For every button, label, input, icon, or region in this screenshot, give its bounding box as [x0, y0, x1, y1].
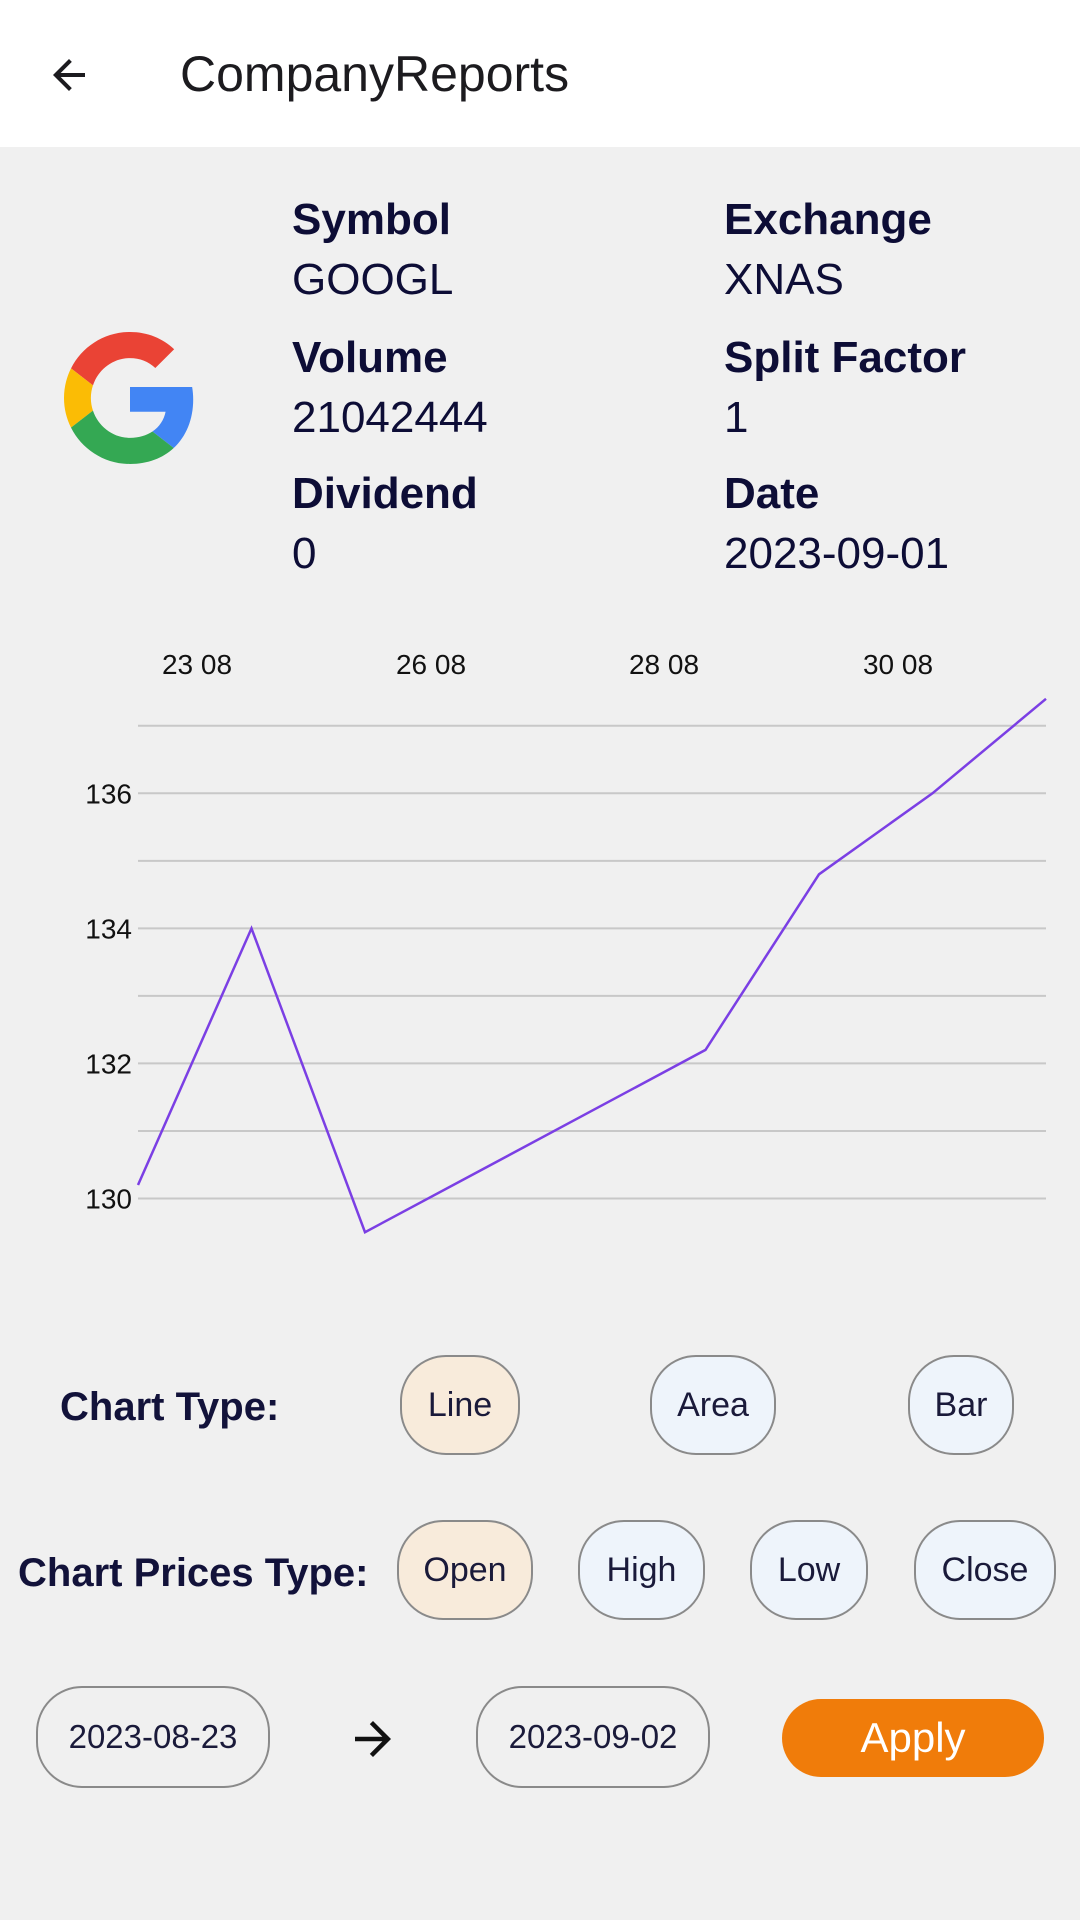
price-type-high-chip[interactable]: High [578, 1520, 705, 1620]
google-logo [64, 332, 194, 464]
back-button[interactable] [36, 42, 102, 108]
x-tick-label: 28 08 [629, 649, 699, 680]
volume-value: 21042444 [292, 393, 488, 442]
price-line-chart: 130 132 134 136 23 08 26 08 28 08 30 08 [85, 649, 1047, 1234]
x-tick-label: 30 08 [863, 649, 933, 680]
dividend-label: Dividend [292, 469, 478, 518]
price-type-label: Chart Prices Type: [18, 1551, 369, 1595]
price-type-low-chip[interactable]: Low [750, 1520, 868, 1620]
y-tick-label: 134 [85, 913, 132, 944]
date-value: 2023-09-01 [724, 529, 950, 578]
volume-label: Volume [292, 333, 448, 382]
chart-type-bar-chip[interactable]: Bar [908, 1355, 1014, 1455]
series-line [136, 697, 1047, 1234]
split-factor-value: 1 [724, 393, 749, 442]
split-factor-label: Split Factor [724, 333, 967, 382]
arrow-right-icon [355, 1721, 391, 1757]
exchange-label: Exchange [724, 195, 932, 244]
chart-type-area-chip[interactable]: Area [650, 1355, 776, 1455]
chart-type-line-chip[interactable]: Line [400, 1355, 520, 1455]
symbol-value: GOOGL [292, 255, 454, 304]
app-bar: CompanyReports [0, 0, 1080, 147]
x-tick-label: 23 08 [162, 649, 232, 680]
end-date-field[interactable]: 2023-09-02 [476, 1686, 710, 1788]
symbol-label: Symbol [292, 195, 451, 244]
apply-button[interactable]: Apply [782, 1699, 1044, 1777]
chart-type-label: Chart Type: [60, 1385, 280, 1429]
exchange-value: XNAS [724, 255, 844, 304]
page-title: CompanyReports [180, 46, 570, 102]
y-tick-label: 132 [85, 1048, 132, 1079]
price-type-close-chip[interactable]: Close [914, 1520, 1056, 1620]
date-label: Date [724, 469, 820, 518]
start-date-field[interactable]: 2023-08-23 [36, 1686, 270, 1788]
y-tick-label: 130 [85, 1183, 132, 1214]
arrow-left-icon [53, 59, 85, 91]
price-type-open-chip[interactable]: Open [397, 1520, 533, 1620]
x-tick-label: 26 08 [396, 649, 466, 680]
dividend-value: 0 [292, 529, 317, 578]
y-tick-label: 136 [85, 778, 132, 809]
